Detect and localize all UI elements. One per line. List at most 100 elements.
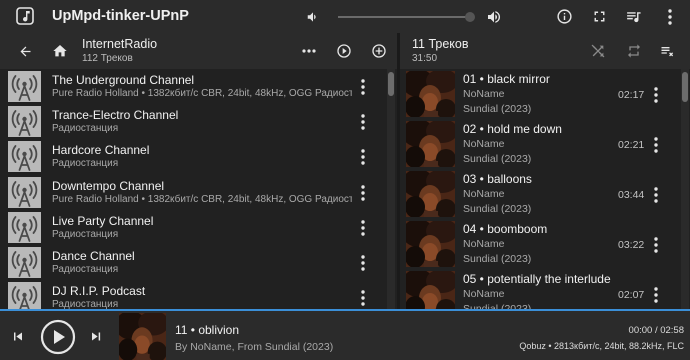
album-art-image	[406, 271, 455, 311]
from-label: From	[237, 341, 262, 353]
now-playing-time: 00:00 / 02:58	[628, 325, 684, 336]
browse-scrollbar-thumb[interactable]	[388, 72, 394, 96]
more-horiz-icon[interactable]	[302, 49, 316, 53]
now-playing-album[interactable]: Sundial (2023)	[265, 341, 333, 353]
volume-slider-knob[interactable]	[465, 12, 475, 22]
more-vert-icon[interactable]	[668, 9, 672, 25]
now-playing-subtitle: By NoName, From Sundial (2023)	[175, 341, 334, 353]
album-art-image	[406, 121, 455, 167]
track-menu-icon[interactable]	[654, 287, 658, 303]
now-playing-title: 11 • oblivion	[175, 323, 240, 337]
track-duration: 03:44	[618, 189, 645, 201]
radio-tower-icon	[8, 176, 41, 208]
track-artist: NoName	[463, 88, 505, 100]
track-menu-icon[interactable]	[654, 187, 658, 203]
album-cover	[406, 221, 455, 267]
station-menu-icon[interactable]	[361, 149, 365, 166]
station-title: Hardcore Channel	[52, 143, 150, 158]
add-circle-icon[interactable]	[371, 43, 387, 59]
queue-track-row[interactable]: 03 • balloons NoName Sundial (2023) 03:44	[400, 169, 680, 219]
album-art-image	[406, 171, 455, 217]
repeat-icon[interactable]	[626, 43, 642, 59]
radio-tower-icon	[8, 106, 41, 138]
track-artist: NoName	[463, 288, 505, 300]
station-subtitle: Pure Radio Holland • 1382кбит/с CBR, 24b…	[52, 88, 352, 99]
now-playing-artist[interactable]: NoName	[190, 341, 231, 353]
station-menu-icon[interactable]	[361, 220, 365, 236]
browse-subtitle: 112 Треков	[82, 53, 133, 64]
queue-track-row[interactable]: 01 • black mirror NoName Sundial (2023) 02:…	[400, 69, 680, 119]
radio-station-list: The Underground Channel Pure Radio Hollan…	[0, 69, 397, 311]
track-duration: 02:07	[618, 289, 645, 301]
volume-up-icon[interactable]	[486, 9, 502, 25]
album-cover	[406, 171, 455, 217]
album-art-image	[406, 71, 455, 117]
album-cover	[406, 271, 455, 311]
station-subtitle: Pure Radio Holland • 1382кбит/с CBR, 24b…	[52, 193, 352, 205]
track-album: Sundial (2023)	[463, 253, 532, 265]
play-queue-list: 01 • black mirror NoName Sundial (2023) 02:…	[400, 69, 690, 311]
volume-slider-track[interactable]	[338, 16, 470, 18]
radio-tower-icon	[8, 247, 41, 278]
radio-station-row[interactable]: Trance-Electro Channel Радиостанция	[0, 104, 386, 139]
track-album: Sundial (2023)	[463, 203, 532, 215]
station-menu-icon[interactable]	[361, 79, 365, 95]
now-playing-technical-info: Qobuz • 2813кбит/с, 24bit, 88.2kHz, FLC	[519, 341, 684, 351]
skip-next-icon[interactable]	[88, 328, 104, 345]
now-playing-cover[interactable]	[119, 313, 166, 360]
track-title: 01 • black mirror	[463, 72, 550, 86]
now-playing-art-image	[119, 313, 166, 360]
station-menu-icon[interactable]	[361, 184, 365, 201]
station-title: Downtempo Channel	[52, 178, 165, 193]
album-cover	[406, 121, 455, 167]
home-icon[interactable]	[52, 43, 68, 59]
station-title: Dance Channel	[52, 249, 135, 263]
station-menu-icon[interactable]	[361, 255, 365, 271]
track-album: Sundial (2023)	[463, 153, 532, 165]
radio-station-row[interactable]: Downtempo Channel Pure Radio Holland • 13…	[0, 175, 386, 210]
station-subtitle: Радиостанция	[52, 264, 119, 275]
radio-tower-icon	[8, 211, 41, 243]
browse-title: InternetRadio	[82, 37, 158, 51]
track-artist: NoName	[463, 138, 505, 150]
album-art-image	[406, 221, 455, 267]
station-menu-icon[interactable]	[361, 114, 365, 130]
queue-title: 11 Треков	[412, 37, 469, 51]
radio-tower-icon	[8, 141, 41, 173]
clear-queue-icon[interactable]	[659, 43, 676, 59]
back-arrow-icon[interactable]	[18, 44, 33, 59]
station-menu-icon[interactable]	[361, 290, 365, 306]
radio-station-row[interactable]: DJ R.I.P. Podcast Радиостанция	[0, 280, 386, 311]
skip-previous-icon[interactable]	[10, 328, 26, 345]
play-icon[interactable]	[40, 319, 76, 355]
queue-track-row[interactable]: 04 • boomboom NoName Sundial (2023) 03:22	[400, 219, 680, 269]
queue-music-icon[interactable]	[625, 8, 642, 25]
track-duration: 02:21	[618, 139, 645, 151]
queue-scrollbar[interactable]	[681, 69, 689, 311]
radio-station-row[interactable]: Dance Channel Радиостанция	[0, 245, 386, 280]
track-menu-icon[interactable]	[654, 237, 658, 253]
fullscreen-icon[interactable]	[591, 8, 608, 25]
volume-down-icon[interactable]	[306, 10, 320, 24]
track-title: 05 • potentially the interlude	[463, 272, 611, 286]
station-title: Live Party Channel	[52, 213, 154, 228]
track-menu-icon[interactable]	[654, 87, 658, 103]
album-cover	[406, 71, 455, 117]
station-title: DJ R.I.P. Podcast	[52, 284, 146, 299]
queue-track-row[interactable]: 05 • potentially the interlude NoName Sund…	[400, 269, 680, 311]
info-icon[interactable]	[556, 8, 573, 25]
radio-station-row[interactable]: Live Party Channel Радиостанция	[0, 210, 386, 245]
track-duration: 02:17	[618, 89, 645, 101]
radio-station-row[interactable]: Hardcore Channel Радиостанция	[0, 139, 386, 174]
station-subtitle: Радиостанция	[52, 158, 119, 170]
radio-station-row[interactable]: The Underground Channel Pure Radio Hollan…	[0, 69, 386, 104]
queue-track-row[interactable]: 02 • hold me down NoName Sundial (2023) 02:…	[400, 119, 680, 169]
shuffle-off-icon[interactable]	[590, 43, 606, 59]
play-circle-icon[interactable]	[336, 43, 352, 59]
browse-scrollbar[interactable]	[387, 69, 395, 311]
queue-scrollbar-thumb[interactable]	[682, 72, 688, 102]
queue-duration: 31:50	[412, 53, 438, 64]
track-duration: 03:22	[618, 239, 645, 251]
track-menu-icon[interactable]	[654, 137, 658, 153]
by-label: By	[175, 341, 188, 353]
